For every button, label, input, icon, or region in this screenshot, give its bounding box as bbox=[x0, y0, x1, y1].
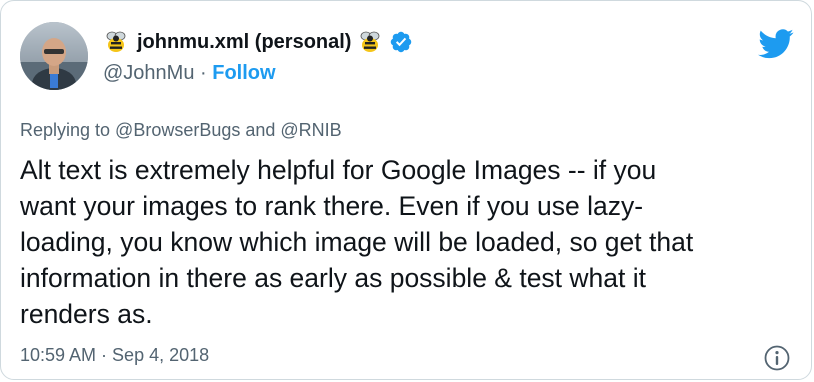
name-row: johnmu.xml (personal) bbox=[103, 25, 413, 59]
tweet-text-line: Alt text is extremely helpful for Google… bbox=[20, 155, 657, 185]
display-name[interactable]: johnmu.xml (personal) bbox=[137, 31, 351, 54]
tweet-text-line: loading, you know which image will be lo… bbox=[20, 227, 694, 257]
tweet-header: johnmu.xml (personal) @JohnMu · Follow bbox=[103, 25, 413, 85]
bee-icon bbox=[103, 29, 129, 55]
twitter-bird-icon[interactable] bbox=[758, 29, 794, 59]
user-handle[interactable]: @JohnMu bbox=[103, 62, 194, 84]
tweet-text-line: want your images to rank there. Even if … bbox=[20, 191, 644, 221]
tweet-timestamp[interactable]: 10:59 AM · Sep 4, 2018 bbox=[20, 345, 209, 366]
tweet-text-line: renders as. bbox=[20, 299, 153, 329]
handle-row: @JohnMu · Follow bbox=[103, 62, 413, 85]
verified-badge-icon bbox=[389, 30, 413, 54]
tweet-text-line: information in there as early as possibl… bbox=[20, 263, 646, 293]
replying-to: Replying to @BrowserBugs and @RNIB bbox=[20, 120, 342, 140]
separator: · bbox=[194, 62, 213, 84]
tweet-card: johnmu.xml (personal) @JohnMu · Follow R… bbox=[0, 0, 812, 380]
follow-button[interactable]: Follow bbox=[212, 62, 275, 84]
avatar[interactable] bbox=[20, 22, 88, 90]
info-icon[interactable] bbox=[763, 344, 791, 372]
tweet-text: Alt text is extremely helpful for Google… bbox=[20, 152, 800, 332]
bee-icon bbox=[357, 29, 383, 55]
